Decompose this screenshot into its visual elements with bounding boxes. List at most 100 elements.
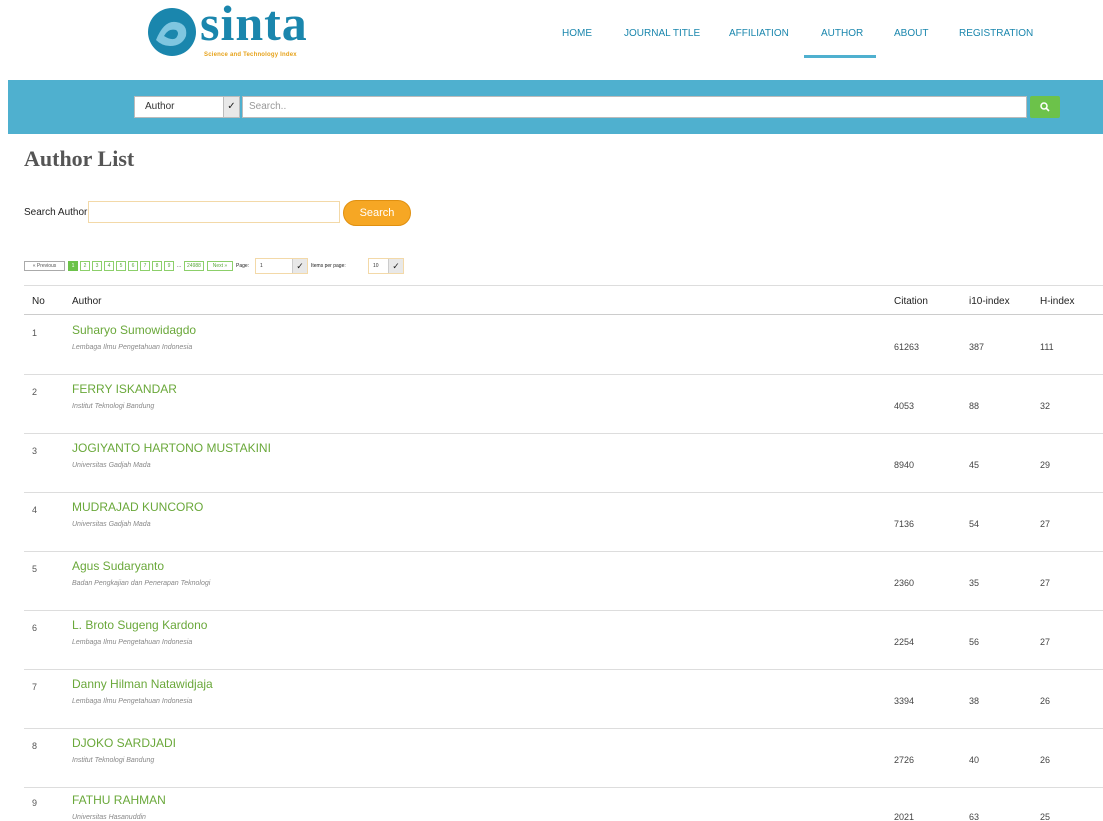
row-number: 4 (32, 505, 38, 515)
pagination-ellipsis: ... (177, 263, 182, 269)
pagination-page-2[interactable]: 2 (80, 261, 90, 271)
col-author: Author (72, 296, 102, 307)
row-number: 5 (32, 564, 38, 574)
citation-value: 3394 (894, 696, 915, 706)
search-band: Author ✓ Search.. (8, 80, 1103, 134)
author-affiliation: Lembaga Ilmu Pengetahuan Indonesia (72, 698, 193, 705)
col-citation: Citation (894, 296, 928, 307)
items-per-page-select[interactable]: 10 ✓ (368, 258, 404, 274)
search-author-button[interactable]: Search (343, 200, 411, 226)
author-name-link[interactable]: FERRY ISKANDAR (72, 382, 177, 396)
h-index-value: 32 (1040, 401, 1051, 411)
page-label: Page: (236, 263, 250, 269)
search-scope-select[interactable]: Author ✓ (134, 96, 240, 118)
items-per-page-label: Items per page: (311, 263, 346, 269)
nav-journal-title[interactable]: JOURNAL TITLE (624, 28, 700, 39)
author-affiliation: Universitas Gadjah Mada (72, 521, 151, 528)
author-name-link[interactable]: Agus Sudaryanto (72, 559, 164, 573)
items-per-page-value: 10 (373, 263, 379, 269)
pagination-page-3[interactable]: 3 (92, 261, 102, 271)
citation-value: 61263 (894, 342, 920, 352)
citation-value: 4053 (894, 401, 915, 411)
citation-value: 2360 (894, 578, 915, 588)
pagination-page-9[interactable]: 9 (164, 261, 174, 271)
search-author-label: Search Author (24, 207, 88, 218)
h-index-value: 25 (1040, 812, 1051, 821)
author-name-link[interactable]: Suharyo Sumowidagdo (72, 323, 196, 337)
i10-index-value: 387 (969, 342, 985, 352)
h-index-value: 26 (1040, 755, 1051, 765)
i10-index-value: 63 (969, 812, 980, 821)
table-row: 5 Agus Sudaryanto Badan Pengkajian dan P… (24, 552, 1103, 611)
citation-value: 7136 (894, 519, 915, 529)
h-index-value: 27 (1040, 637, 1051, 647)
h-index-value: 26 (1040, 696, 1051, 706)
table-row: 2 FERRY ISKANDAR Institut Teknologi Band… (24, 375, 1103, 434)
author-name-link[interactable]: JOGIYANTO HARTONO MUSTAKINI (72, 441, 271, 455)
page-title: Author List (24, 146, 135, 171)
i10-index-value: 88 (969, 401, 980, 411)
i10-index-value: 54 (969, 519, 980, 529)
pagination-page-6[interactable]: 6 (128, 261, 138, 271)
citation-value: 2021 (894, 812, 915, 821)
pagination-next[interactable]: Next » (207, 261, 233, 271)
author-affiliation: Lembaga Ilmu Pengetahuan Indonesia (72, 639, 193, 646)
author-affiliation: Badan Pengkajian dan Penerapan Teknologi (72, 580, 211, 587)
pagination-page-5[interactable]: 5 (116, 261, 126, 271)
author-affiliation: Institut Teknologi Bandung (72, 757, 155, 764)
row-number: 8 (32, 741, 38, 751)
pagination-page-8[interactable]: 8 (152, 261, 162, 271)
search-button[interactable] (1030, 96, 1060, 118)
author-affiliation: Lembaga Ilmu Pengetahuan Indonesia (72, 344, 193, 351)
i10-index-value: 45 (969, 460, 980, 470)
table-row: 9 FATHU RAHMAN Universitas Hasanuddin 20… (24, 786, 1103, 821)
author-affiliation: Universitas Gadjah Mada (72, 462, 151, 469)
table-row: 1 Suharyo Sumowidagdo Lembaga Ilmu Penge… (24, 316, 1103, 375)
pagination-last-page[interactable]: 24988 (184, 261, 204, 271)
page-select[interactable]: 1 ✓ (255, 258, 308, 274)
row-number: 6 (32, 623, 38, 633)
author-affiliation: Universitas Hasanuddin (72, 814, 146, 821)
nav-affiliation[interactable]: AFFILIATION (729, 28, 789, 39)
i10-index-value: 40 (969, 755, 980, 765)
col-i10-index: i10-index (969, 296, 1010, 307)
citation-value: 2254 (894, 637, 915, 647)
chevron-down-icon: ✓ (292, 259, 307, 273)
search-icon (1040, 102, 1050, 112)
search-input[interactable]: Search.. (242, 96, 1027, 118)
h-index-value: 29 (1040, 460, 1051, 470)
search-scope-value: Author (145, 101, 175, 112)
author-name-link[interactable]: L. Broto Sugeng Kardono (72, 618, 207, 632)
pagination-page-1[interactable]: 1 (68, 261, 78, 271)
pagination-prev[interactable]: « Previous (24, 261, 65, 271)
main-nav: HOME JOURNAL TITLE AFFILIATION AUTHOR AB… (0, 28, 1103, 58)
author-name-link[interactable]: Danny Hilman Natawidjaja (72, 677, 213, 691)
author-name-link[interactable]: MUDRAJAD KUNCORO (72, 500, 203, 514)
author-affiliation: Institut Teknologi Bandung (72, 403, 155, 410)
nav-home[interactable]: HOME (562, 28, 592, 39)
table-row: 4 MUDRAJAD KUNCORO Universitas Gadjah Ma… (24, 493, 1103, 552)
h-index-value: 27 (1040, 578, 1051, 588)
nav-about[interactable]: ABOUT (894, 28, 928, 39)
author-name-link[interactable]: DJOKO SARDJADI (72, 736, 176, 750)
table-row: 8 DJOKO SARDJADI Institut Teknologi Band… (24, 729, 1103, 788)
chevron-down-icon[interactable]: ✓ (223, 97, 239, 117)
citation-value: 2726 (894, 755, 915, 765)
col-h-index: H-index (1040, 296, 1075, 307)
nav-author[interactable]: AUTHOR (821, 28, 863, 39)
row-number: 1 (32, 328, 38, 338)
i10-index-value: 38 (969, 696, 980, 706)
citation-value: 8940 (894, 460, 915, 470)
search-author-input[interactable] (88, 201, 340, 223)
table-header: No Author Citation i10-index H-index (24, 285, 1103, 315)
table-row: 6 L. Broto Sugeng Kardono Lembaga Ilmu P… (24, 611, 1103, 670)
pagination-page-4[interactable]: 4 (104, 261, 114, 271)
author-name-link[interactable]: FATHU RAHMAN (72, 793, 166, 807)
active-nav-indicator (804, 55, 876, 58)
nav-registration[interactable]: REGISTRATION (959, 28, 1033, 39)
pagination-page-7[interactable]: 7 (140, 261, 150, 271)
h-index-value: 111 (1040, 342, 1054, 352)
row-number: 7 (32, 682, 38, 692)
site-header: sinta Science and Technology Index HOME … (0, 0, 1103, 80)
chevron-down-icon: ✓ (388, 259, 403, 273)
